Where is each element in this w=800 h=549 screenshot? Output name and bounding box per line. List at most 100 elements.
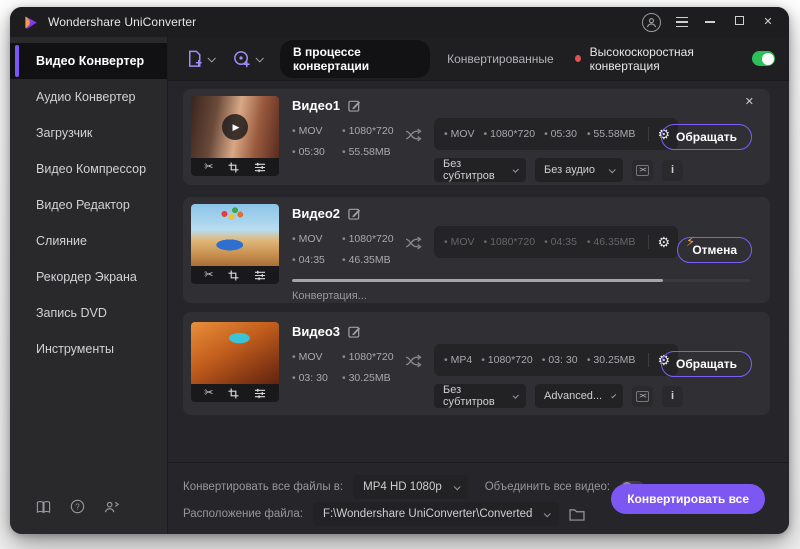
convert-all-button[interactable]: Конвертировать все xyxy=(611,484,765,514)
highspeed-label: Высокоскоростная конвертация xyxy=(590,45,740,73)
crop-icon[interactable] xyxy=(228,270,239,281)
close-button[interactable]: ✕ xyxy=(761,15,775,29)
tab-converting[interactable]: В процессе конвертации xyxy=(280,40,430,78)
video-thumbnail[interactable] xyxy=(191,204,279,266)
status-dot xyxy=(575,55,581,62)
maximize-button[interactable] xyxy=(732,15,746,29)
location-dropdown[interactable]: F:\Wondershare UniConverter\Converted xyxy=(313,502,559,526)
video-title: Видео2 xyxy=(292,206,340,221)
sidebar-item-label: Загрузчик xyxy=(36,126,92,140)
chevron-down-icon xyxy=(609,166,616,173)
chevron-down-icon xyxy=(512,392,519,399)
subtitle-value: Без субтитров xyxy=(443,384,503,408)
sidebar-item-label: Запись DVD xyxy=(36,306,107,320)
convert-button[interactable]: Обращать xyxy=(661,124,752,150)
trim-icon[interactable]: ✂ xyxy=(204,162,213,173)
out-size: 46.35MB xyxy=(587,236,636,248)
sidebar-item-label: Рекордер Экрана xyxy=(36,270,137,284)
video-thumbnail[interactable]: ▶ xyxy=(191,96,279,158)
convert-arrows-icon xyxy=(401,236,425,250)
conversion-status: Конвертация... xyxy=(292,290,752,302)
highspeed-toggle[interactable] xyxy=(752,51,775,66)
account-avatar-icon[interactable] xyxy=(642,13,661,32)
titlebar: Wondershare UniConverter ✕ xyxy=(10,7,789,37)
minimize-button[interactable] xyxy=(703,15,717,29)
menu-icon[interactable] xyxy=(676,17,688,28)
subtitle-dropdown[interactable]: Без субтитров xyxy=(434,158,526,182)
location-value: F:\Wondershare UniConverter\Converted xyxy=(323,508,532,520)
play-icon[interactable]: ▶ xyxy=(222,114,248,140)
sidebar-item-downloader[interactable]: Загрузчик xyxy=(10,115,167,151)
rename-icon[interactable] xyxy=(348,99,361,112)
info-icon[interactable]: i xyxy=(662,160,683,181)
footer-bar: Конвертировать все файлы в: MP4 HD 1080p… xyxy=(168,462,789,534)
src-format: MOV xyxy=(292,233,342,245)
rename-icon[interactable] xyxy=(348,207,361,220)
sidebar-item-video-editor[interactable]: Видео Редактор xyxy=(10,187,167,223)
trim-icon[interactable]: ✂ xyxy=(204,388,213,399)
video-thumbnail[interactable] xyxy=(191,322,279,384)
video-card-2: ✂ Видео2 xyxy=(183,197,770,303)
effects-icon[interactable] xyxy=(254,162,266,173)
sidebar: Видео Конвертер Аудио Конвертер Загрузчи… xyxy=(10,37,168,534)
info-icon[interactable]: i xyxy=(662,386,683,407)
sidebar-item-label: Аудио Конвертер xyxy=(36,90,136,104)
sidebar-item-toolbox[interactable]: Инструменты xyxy=(10,331,167,367)
src-format: MOV xyxy=(292,351,342,363)
out-duration: 03: 30 xyxy=(542,354,578,366)
sidebar-item-merge[interactable]: Слияние xyxy=(10,223,167,259)
src-duration: 04:35 xyxy=(292,254,342,266)
effects-icon[interactable] xyxy=(254,270,266,281)
out-format: MOV xyxy=(444,128,475,140)
trim-icon[interactable]: ✂ xyxy=(204,270,213,281)
video-card-1: ✕ ▶ ✂ Видео1 xyxy=(183,89,770,185)
location-label: Расположение файла: xyxy=(183,508,303,520)
compress-icon[interactable]: >< xyxy=(632,160,653,181)
main-toolbar: В процессе конвертации Конвертированные … xyxy=(168,37,789,81)
tab-converted[interactable]: Конвертированные xyxy=(447,52,554,66)
video-title: Видео3 xyxy=(292,324,340,339)
output-format-value: MP4 HD 1080p xyxy=(363,481,442,493)
sidebar-item-audio-converter[interactable]: Аудио Конвертер xyxy=(10,79,167,115)
settings-gear-icon[interactable]: ⚙ xyxy=(657,235,670,249)
app-window: Wondershare UniConverter ✕ Видео Конверт… xyxy=(10,7,789,534)
chevron-down-icon xyxy=(544,510,551,517)
crop-icon[interactable] xyxy=(228,162,239,173)
effects-icon[interactable] xyxy=(254,388,266,399)
src-size: 46.35MB xyxy=(342,254,398,266)
output-settings[interactable]: MOV 1080*720 05:30 55.58MB ⚙ xyxy=(434,118,678,150)
open-folder-icon[interactable] xyxy=(569,508,585,521)
share-users-icon[interactable] xyxy=(104,500,120,514)
cancel-button[interactable]: Отмена xyxy=(677,237,752,263)
src-format: MOV xyxy=(292,125,342,137)
rename-icon[interactable] xyxy=(348,325,361,338)
convert-arrows-icon xyxy=(401,128,425,142)
output-format-dropdown[interactable]: MP4 HD 1080p xyxy=(353,475,469,499)
audio-dropdown[interactable]: Advanced... xyxy=(535,384,623,408)
task-list: ✕ ▶ ✂ Видео1 xyxy=(168,81,789,427)
sidebar-item-video-converter[interactable]: Видео Конвертер xyxy=(10,43,167,79)
output-settings: MOV 1080*720 04:35 46.35MB ⚙ xyxy=(434,226,678,258)
svg-text:?: ? xyxy=(75,502,80,511)
convert-button[interactable]: Обращать xyxy=(661,351,752,377)
sidebar-item-screen-recorder[interactable]: Рекордер Экрана xyxy=(10,259,167,295)
add-files-button[interactable] xyxy=(185,49,214,69)
guide-book-icon[interactable] xyxy=(36,500,51,514)
sidebar-item-dvd-burn[interactable]: Запись DVD xyxy=(10,295,167,331)
load-dvd-button[interactable] xyxy=(232,49,262,69)
crop-icon[interactable] xyxy=(228,388,239,399)
sidebar-item-label: Видео Редактор xyxy=(36,198,130,212)
subtitle-dropdown[interactable]: Без субтитров xyxy=(434,384,526,408)
audio-dropdown[interactable]: Без аудио xyxy=(535,158,623,182)
help-icon[interactable]: ? xyxy=(70,499,85,514)
sidebar-item-video-compressor[interactable]: Видео Компрессор xyxy=(10,151,167,187)
sidebar-item-label: Слияние xyxy=(36,234,87,248)
chevron-down-icon xyxy=(611,393,616,398)
remove-task-icon[interactable]: ✕ xyxy=(745,97,754,108)
app-title: Wondershare UniConverter xyxy=(48,15,196,29)
sidebar-item-label: Видео Компрессор xyxy=(36,162,146,176)
convert-arrows-icon xyxy=(401,354,425,368)
out-format: MOV xyxy=(444,236,475,248)
output-settings[interactable]: MP4 1080*720 03: 30 30.25MB ⚙ xyxy=(434,344,678,376)
compress-icon[interactable]: >< xyxy=(632,386,653,407)
